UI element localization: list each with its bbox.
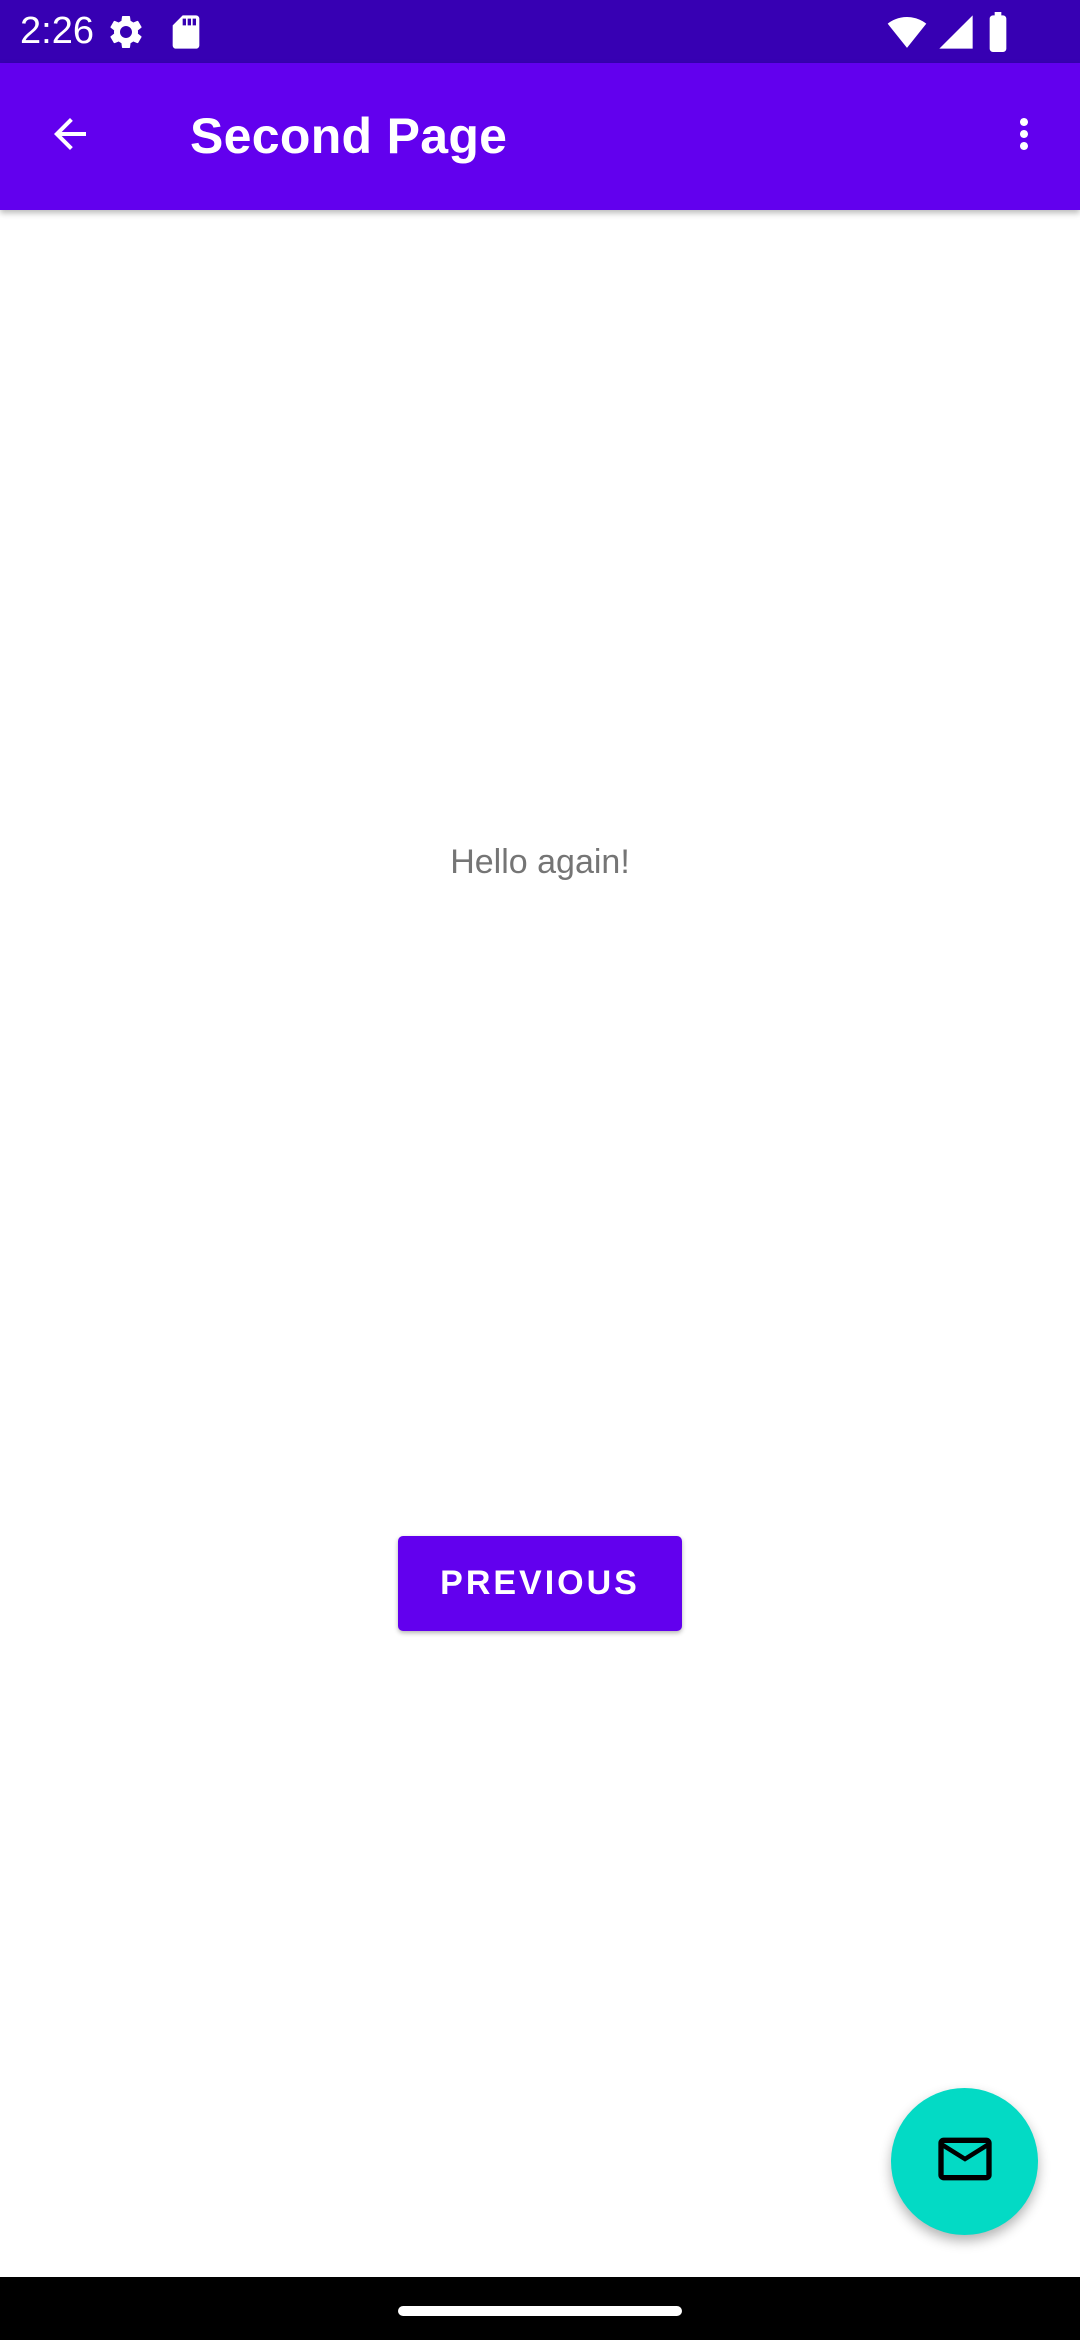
battery-icon — [986, 12, 1010, 57]
back-button[interactable] — [30, 96, 110, 176]
email-icon — [933, 2127, 997, 2196]
overflow-menu-button[interactable] — [984, 96, 1064, 176]
screen: 2:26 Second Page Hello again! PREVIOUS — [0, 0, 1080, 2340]
arrow-back-icon — [46, 110, 94, 163]
page-title: Second Page — [190, 108, 508, 164]
hello-message: Hello again! — [450, 843, 630, 881]
email-fab[interactable] — [891, 2088, 1038, 2235]
more-vert-icon — [1000, 110, 1048, 163]
sd-card-icon — [166, 12, 206, 57]
cellular-signal-icon — [936, 12, 976, 57]
previous-button[interactable]: PREVIOUS — [398, 1536, 682, 1631]
app-bar: Second Page — [0, 63, 1080, 210]
wifi-icon — [886, 12, 928, 57]
gesture-handle[interactable] — [398, 2306, 682, 2316]
navigation-bar — [0, 2277, 1080, 2340]
status-bar: 2:26 — [0, 0, 1080, 63]
settings-gear-icon — [106, 12, 146, 57]
status-time: 2:26 — [20, 10, 94, 52]
